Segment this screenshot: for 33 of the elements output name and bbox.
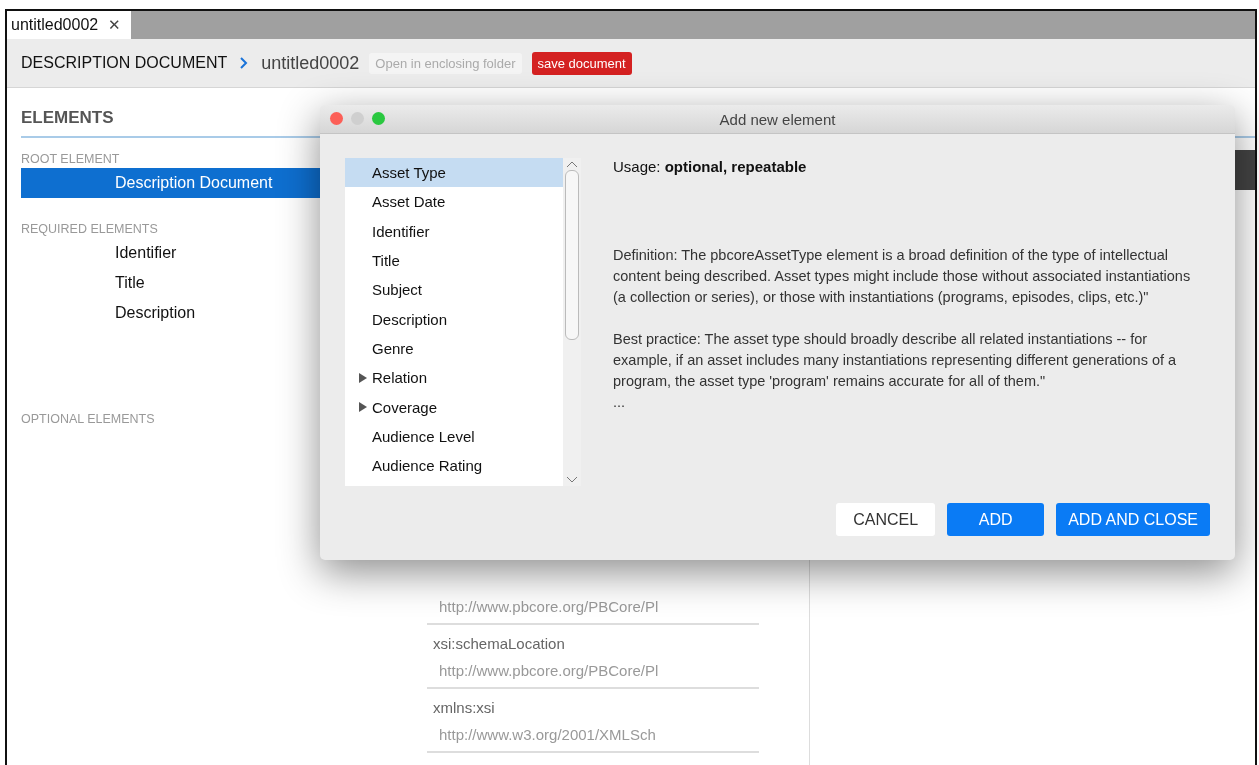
breadcrumb-current: untitled0002	[261, 52, 360, 74]
triangle-right-icon[interactable]	[359, 402, 367, 412]
attribute-field[interactable]: xsi:schemaLocation http://www.pbcore.org/PBCore/Pl	[427, 625, 759, 689]
ellipsis-text: ...	[613, 393, 627, 412]
section-heading: OPTIONAL ELEMENTS	[21, 412, 156, 426]
field-value: http://www.w3.org/2001/XMLSch	[438, 726, 657, 743]
definition-text: Definition: The pbcoreAssetType element is a broad definition of the type of intellectual content being described. Asset types might include those without associated instantiations (a collection or series), or those with instantiations (programs, episodes, clips, etc.)"	[613, 246, 1192, 307]
field-value: http://www.pbcore.org/PBCore/Pl	[438, 598, 660, 615]
attribute-field[interactable]: xmlns:xsi http://www.w3.org/2001/XMLSch	[427, 689, 759, 753]
scrollbar[interactable]	[563, 158, 581, 486]
tab-label: untitled0002	[11, 16, 99, 34]
dialog-title: Add new element	[719, 110, 836, 128]
triangle-right-icon[interactable]	[359, 372, 367, 383]
field-label: xsi:schemaLocation	[433, 635, 566, 652]
list-item[interactable]: Asset Type	[345, 158, 563, 188]
field-label: xmlns:xsi	[433, 699, 496, 716]
section-heading: ROOT ELEMENT	[21, 152, 121, 166]
close-icon[interactable]: ✕	[108, 16, 122, 34]
save-button[interactable]: save document	[531, 51, 632, 75]
close-icon[interactable]	[330, 112, 343, 125]
dialog-button[interactable]: ADD AND CLOSE	[1056, 503, 1210, 536]
best-practice-text: Best practice: The asset type should broadly describe all related instantiations -- for example, if an asset includes many instantiations representing different generations of a program, the asset type 'program' remains accurate for all of them."	[613, 330, 1178, 391]
field-value: http://www.pbcore.org/PBCore/Pl	[438, 662, 660, 679]
document-tab[interactable]: untitled0002 ✕	[7, 11, 132, 39]
scroll-thumb[interactable]	[565, 170, 579, 340]
dialog-button[interactable]: CANCEL	[836, 503, 936, 536]
chevron-right-icon	[239, 57, 250, 69]
minimize-icon[interactable]	[351, 112, 364, 125]
breadcrumb-root[interactable]: DESCRIPTION DOCUMENT	[21, 54, 228, 72]
maximize-icon[interactable]	[372, 112, 385, 125]
dialog-button[interactable]: ADD	[947, 503, 1045, 536]
section-heading: REQUIRED ELEMENTS	[21, 222, 159, 236]
usage-text: Usage: optional, repeatable	[613, 158, 808, 175]
